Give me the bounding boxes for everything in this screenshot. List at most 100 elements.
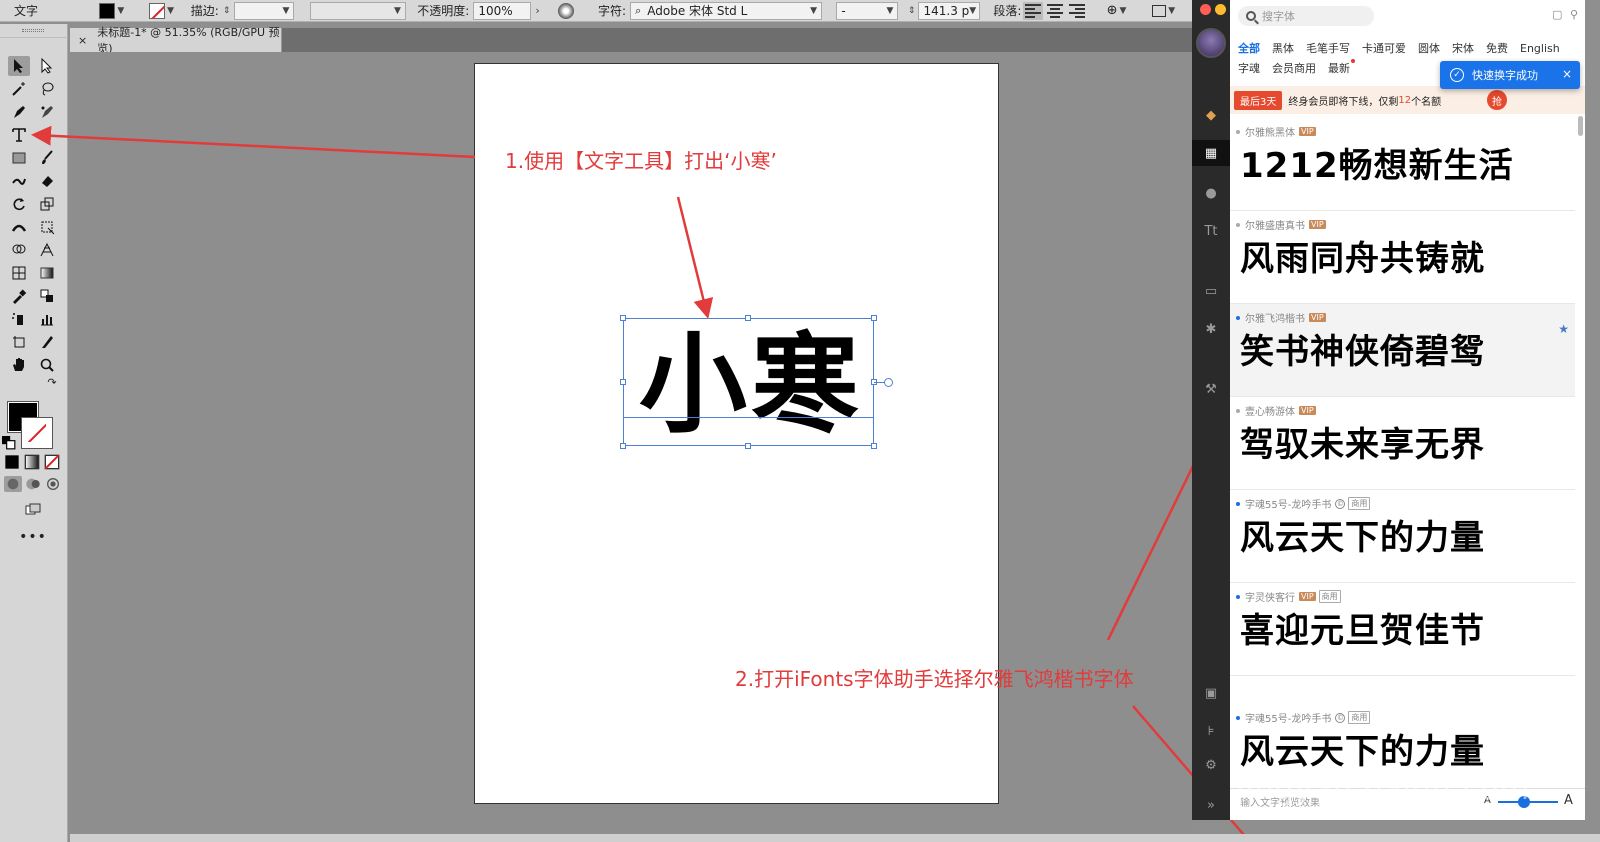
- blend-tool-icon[interactable]: [36, 286, 58, 306]
- category-tab[interactable]: 字魂: [1238, 62, 1260, 75]
- gradient-tool-icon[interactable]: [36, 263, 58, 283]
- promo-banner[interactable]: 最后3天 终身会员即将下线，仅剩 12 个名额 抢: [1230, 86, 1585, 114]
- chevron-down-icon[interactable]: ▼: [167, 6, 174, 16]
- vip-icon[interactable]: ◆: [1192, 102, 1230, 128]
- favorite-star-icon[interactable]: ★: [1558, 322, 1569, 336]
- panel-grip[interactable]: [0, 24, 68, 38]
- none-mode-icon[interactable]: [44, 454, 60, 470]
- font-size-field[interactable]: 141.3 p ▼: [918, 1, 981, 20]
- expand-icon[interactable]: »: [1192, 792, 1230, 818]
- align-left-icon[interactable]: [1023, 1, 1044, 20]
- circle-icon[interactable]: ●: [1192, 180, 1230, 206]
- free-transform-tool-icon[interactable]: [36, 217, 58, 237]
- screen-mode-icon[interactable]: [22, 500, 44, 518]
- font-list-item[interactable]: 尔雅熊黑体 VIP 1212畅想新生活: [1230, 118, 1575, 211]
- font-list-item[interactable]: 字魂55号-龙吟手书 © 商用 风云天下的力量: [1230, 490, 1575, 583]
- grid-icon[interactable]: ▦: [1192, 140, 1230, 166]
- font-style-field[interactable]: - ▼: [836, 1, 899, 20]
- selection-bounding-box[interactable]: [623, 318, 874, 446]
- text-icon[interactable]: Tt: [1192, 218, 1230, 244]
- category-tab[interactable]: 最新: [1328, 62, 1355, 75]
- direct-selection-tool-icon[interactable]: [36, 56, 58, 76]
- category-tab[interactable]: 全部: [1238, 42, 1260, 55]
- curvature-tool-icon[interactable]: [36, 102, 58, 122]
- gradient-mode-icon[interactable]: [24, 454, 40, 470]
- star-icon[interactable]: ✱: [1192, 316, 1230, 342]
- settings-icon[interactable]: ⚙: [1192, 752, 1230, 778]
- zoom-tool-icon[interactable]: [36, 355, 58, 375]
- align-right-icon[interactable]: [1069, 3, 1086, 18]
- hand-tool-icon[interactable]: [8, 355, 30, 375]
- resize-handle[interactable]: [871, 443, 877, 449]
- category-tab[interactable]: 卡通可爱: [1362, 42, 1406, 55]
- category-tab[interactable]: 黑体: [1272, 42, 1294, 55]
- shape-builder-tool-icon[interactable]: [8, 240, 30, 260]
- opacity-field[interactable]: 100%: [473, 1, 532, 20]
- font-family-field[interactable]: ⌕ Adobe 宋体 Std L ▼: [630, 1, 823, 20]
- window-close-icon[interactable]: [1200, 4, 1211, 15]
- chevron-down-icon[interactable]: ▼: [1119, 6, 1126, 16]
- font-list-item[interactable]: 字灵侠客行 VIP 商用 喜迎元旦贺佳节: [1230, 583, 1575, 676]
- category-tab[interactable]: 毛笔手写: [1306, 42, 1350, 55]
- category-tab[interactable]: 圆体: [1418, 42, 1440, 55]
- scale-tool-icon[interactable]: [36, 194, 58, 214]
- eyedropper-tool-icon[interactable]: [8, 286, 30, 306]
- gift-icon[interactable]: ▣: [1192, 680, 1230, 706]
- font-list-item[interactable]: 壹心畅游体 VIP 驾驭未来享无界: [1230, 397, 1575, 490]
- perspective-grid-tool-icon[interactable]: [36, 240, 58, 260]
- recolor-icon[interactable]: [558, 2, 575, 19]
- resize-handle[interactable]: [745, 315, 751, 321]
- chevron-right-icon[interactable]: ›: [535, 4, 539, 17]
- type-tool-icon[interactable]: [8, 125, 30, 145]
- resize-handle[interactable]: [871, 315, 877, 321]
- window-mode-icon[interactable]: ▢: [1552, 8, 1562, 21]
- align-center-icon[interactable]: [1047, 3, 1064, 18]
- stepper-icon[interactable]: ⇕: [223, 6, 231, 16]
- more-tools-icon[interactable]: •••: [19, 529, 46, 545]
- shaper-tool-icon[interactable]: [8, 171, 30, 191]
- close-icon[interactable]: ×: [78, 34, 87, 47]
- menu-icon[interactable]: ⊧: [1192, 718, 1230, 744]
- magic-wand-tool-icon[interactable]: [8, 79, 30, 99]
- chevron-down-icon[interactable]: ▼: [886, 6, 893, 16]
- category-tab[interactable]: 免费: [1486, 42, 1508, 55]
- mesh-tool-icon[interactable]: [8, 263, 30, 283]
- category-tab[interactable]: 会员商用: [1272, 62, 1316, 75]
- avatar[interactable]: [1196, 28, 1226, 58]
- selection-tool-icon[interactable]: [8, 56, 30, 76]
- paintbrush-tool-icon[interactable]: [36, 148, 58, 168]
- default-colors-icon[interactable]: [2, 436, 16, 450]
- font-search-input[interactable]: 搜字体: [1238, 6, 1374, 26]
- globe-icon[interactable]: ⊕: [1107, 3, 1118, 18]
- rotate-tool-icon[interactable]: [8, 194, 30, 214]
- resize-handle[interactable]: [745, 443, 751, 449]
- stroke-color-box[interactable]: [21, 417, 53, 449]
- pen-tool-icon[interactable]: [8, 102, 30, 122]
- category-tab[interactable]: English: [1520, 42, 1560, 55]
- color-mode-icon[interactable]: [4, 454, 20, 470]
- column-graph-tool-icon[interactable]: [36, 309, 58, 329]
- swap-colors-icon[interactable]: ↷: [44, 374, 60, 390]
- chevron-down-icon[interactable]: ▼: [394, 6, 401, 16]
- stroke-color-swatch[interactable]: [149, 2, 166, 19]
- draw-normal-icon[interactable]: [4, 476, 22, 492]
- draw-behind-icon[interactable]: [24, 476, 42, 492]
- chevron-down-icon[interactable]: ▼: [282, 6, 289, 16]
- width-tool-icon[interactable]: [8, 217, 30, 237]
- wrench-icon[interactable]: ⚒: [1192, 376, 1230, 402]
- chevron-down-icon[interactable]: ▼: [810, 6, 817, 16]
- chevron-down-icon[interactable]: ▼: [117, 6, 124, 16]
- close-icon[interactable]: ×: [1562, 67, 1572, 81]
- slice-tool-icon[interactable]: [36, 332, 58, 352]
- text-type-handle[interactable]: [884, 378, 893, 387]
- scrollbar[interactable]: [1578, 116, 1583, 136]
- lasso-tool-icon[interactable]: [36, 79, 58, 99]
- resize-handle[interactable]: [620, 379, 626, 385]
- grab-button[interactable]: 抢: [1487, 90, 1507, 110]
- stroke-weight-field[interactable]: ▼: [234, 1, 295, 20]
- pin-icon[interactable]: ⚲: [1570, 8, 1578, 21]
- category-tab[interactable]: 宋体: [1452, 42, 1474, 55]
- draw-inside-icon[interactable]: [44, 476, 62, 492]
- eraser-tool-icon[interactable]: [36, 171, 58, 191]
- transform-icon[interactable]: [1152, 4, 1167, 17]
